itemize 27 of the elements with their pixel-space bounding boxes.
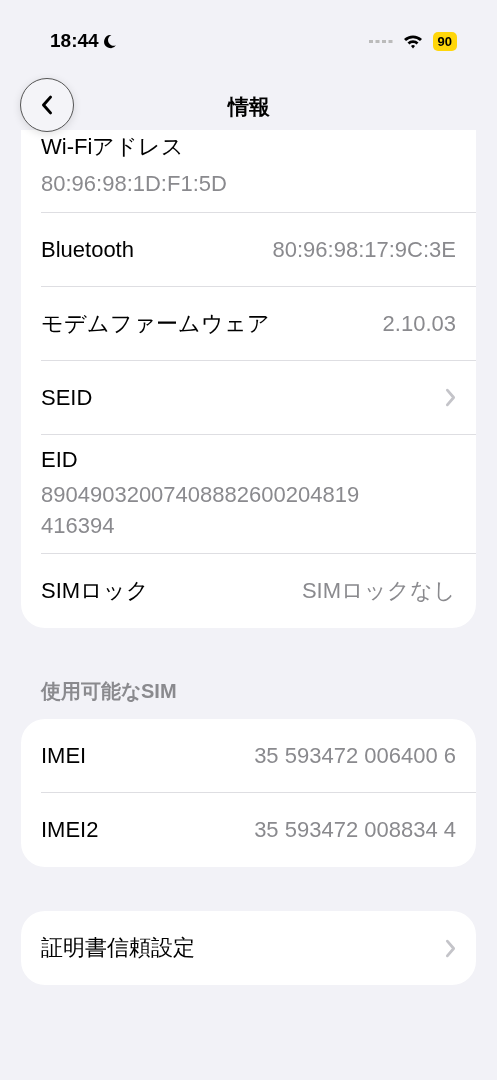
row-value: 89049032007408882600204819416394 [41, 481, 361, 540]
row-label: SIMロック [41, 577, 150, 605]
row-value: 35 593472 008834 4 [254, 817, 456, 843]
row-value: 35 593472 006400 6 [254, 742, 456, 769]
back-icon [40, 94, 54, 116]
section-header: 使用可能なSIM [41, 679, 178, 704]
clock-time: 18:44 [50, 30, 99, 52]
row-value: SIMロックなし [301, 577, 456, 605]
chevron-icon [445, 388, 456, 407]
settings-row[interactable]: SEID [41, 361, 476, 435]
page-title: 情報 [227, 94, 270, 120]
row-value: 80:96:98:17:9C:3E [272, 236, 456, 263]
row-label: Wi-Fiアドレス [41, 132, 185, 161]
battery-level: 90 [432, 32, 457, 51]
row-label: IMEI2 [41, 817, 99, 843]
row-value: 80:96:98:1D:F1:5D [41, 169, 228, 198]
back-button[interactable] [20, 78, 74, 132]
wifi-icon [402, 34, 423, 49]
row-value: 2.10.03 [382, 310, 456, 337]
row-label: IMEI [41, 742, 87, 769]
row-label: モデムファームウェア [41, 309, 270, 338]
moon-icon [101, 33, 117, 49]
row-label: EID [41, 447, 78, 473]
signal-icon [368, 39, 393, 44]
chevron-icon [445, 938, 456, 958]
row-label: Bluetooth [41, 236, 134, 263]
settings-row[interactable]: 証明書信頼設定 [41, 911, 476, 985]
